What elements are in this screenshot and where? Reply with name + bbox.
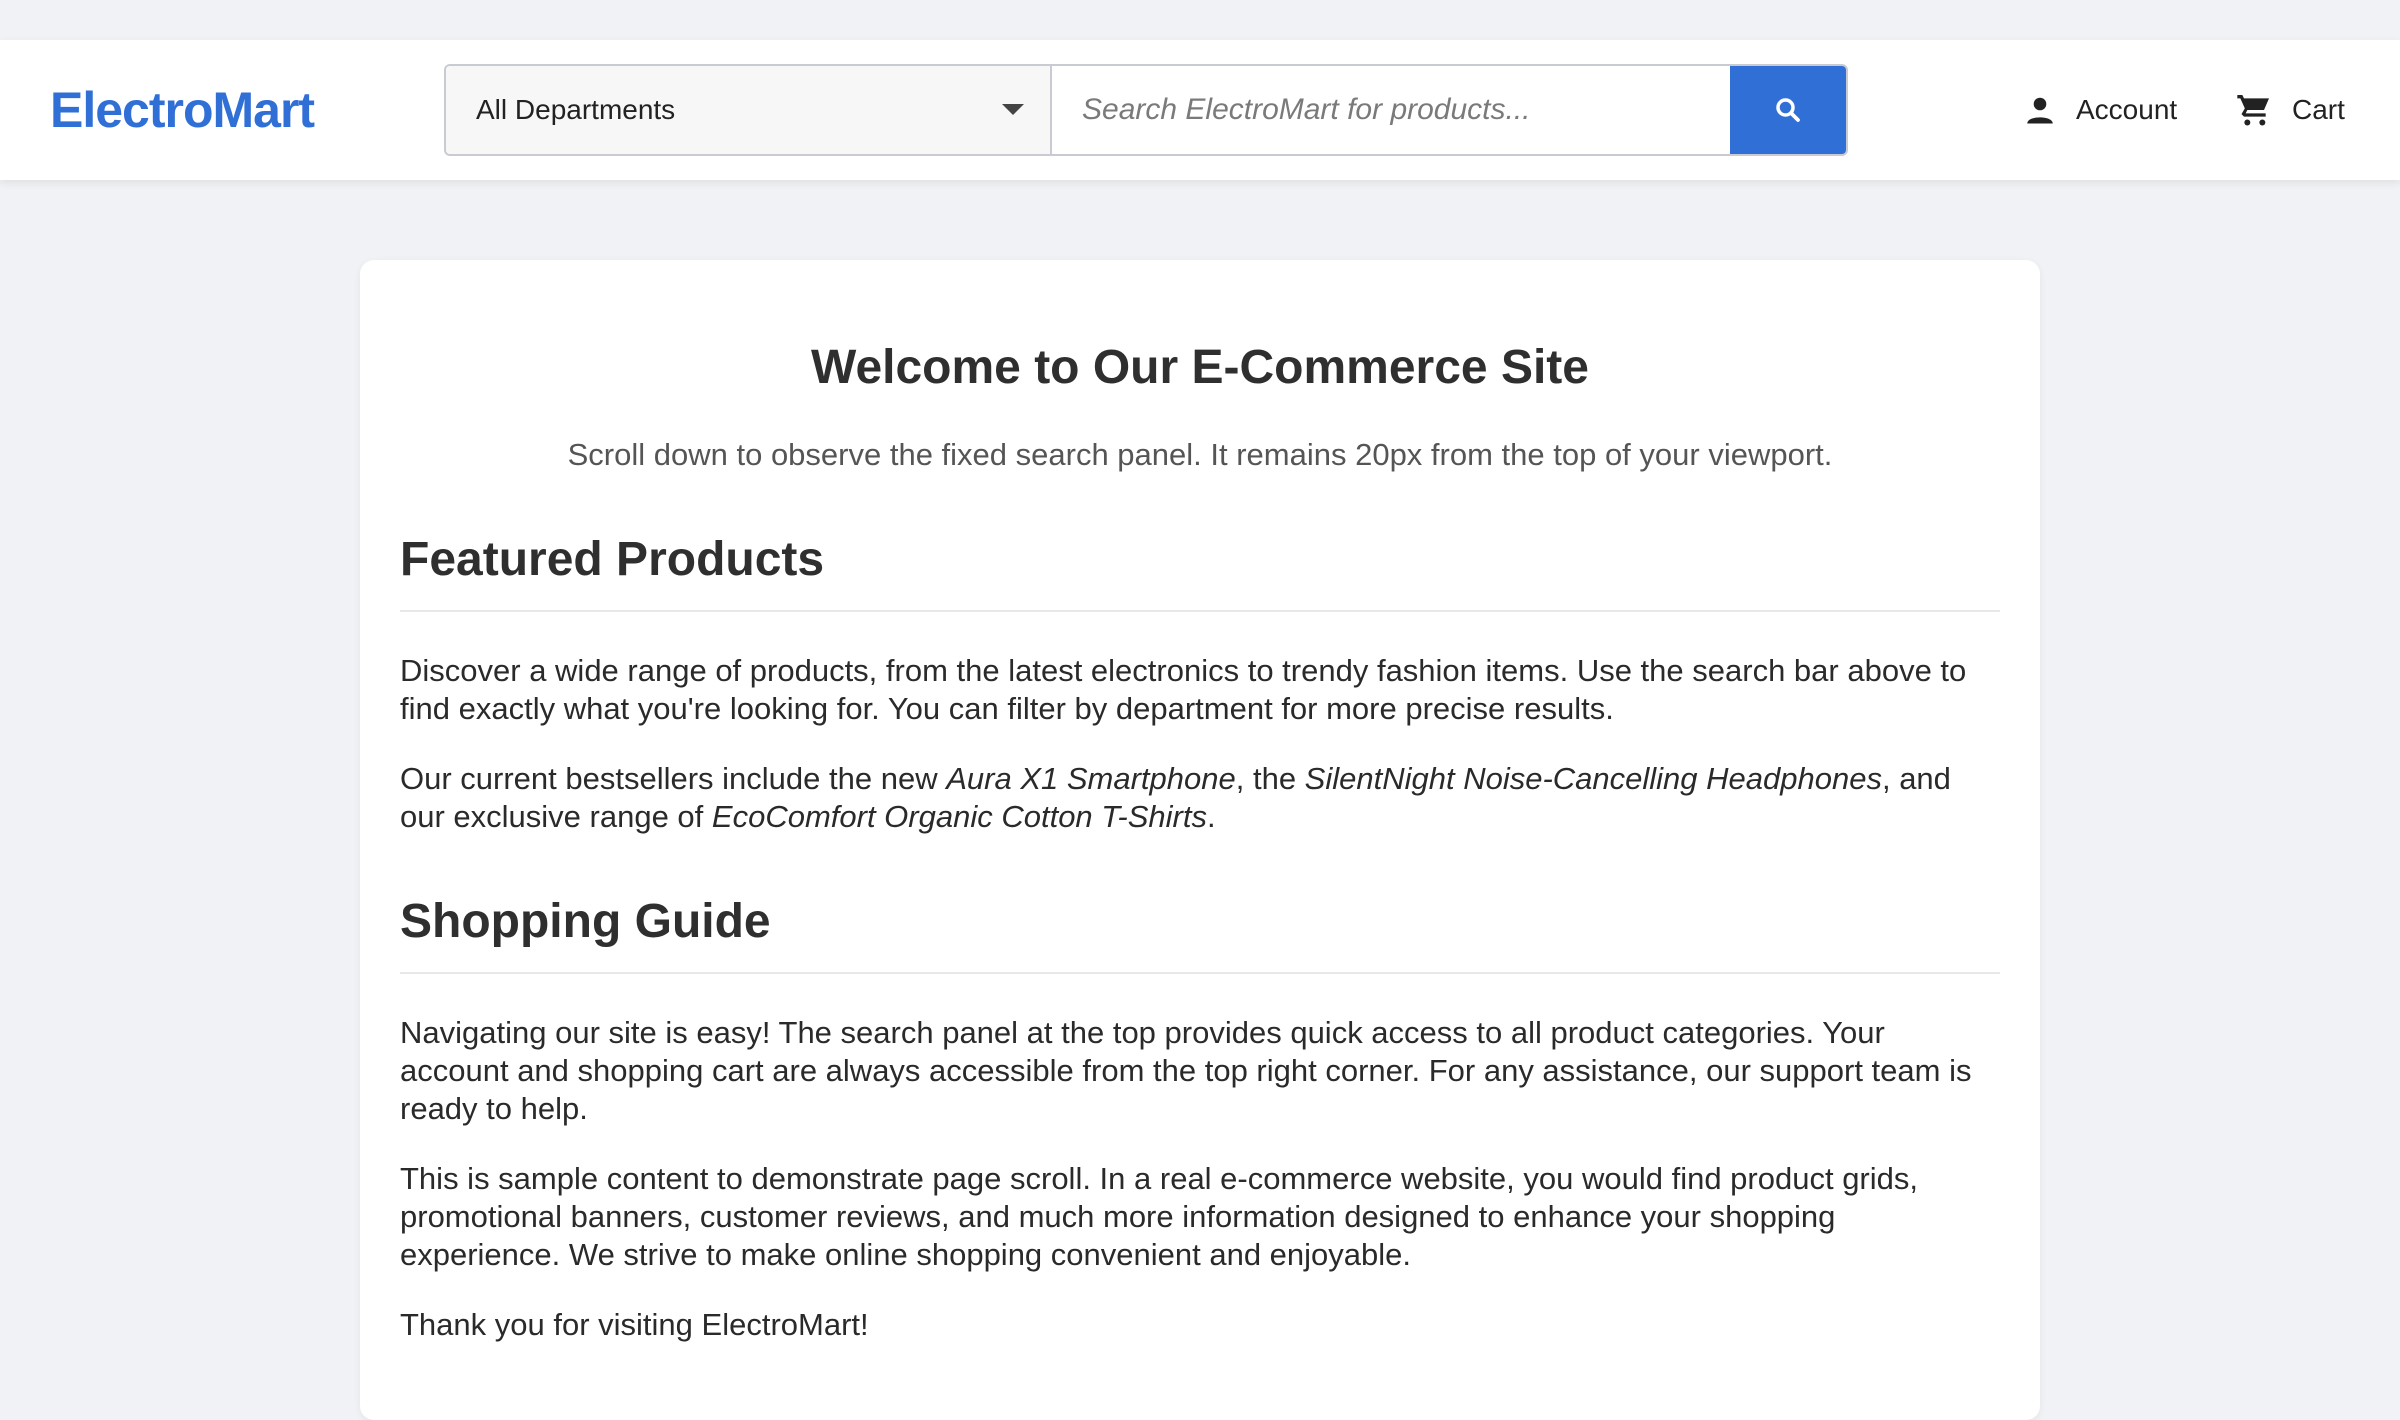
account-label: Account — [2076, 94, 2178, 125]
guide-paragraph-1: Navigating our site is easy! The search … — [400, 1015, 1972, 1126]
featured-products-heading: Featured Products — [400, 532, 2000, 612]
account-link[interactable]: Account — [2022, 86, 2177, 134]
guide-paragraph-2: This is sample content to demonstrate pa… — [400, 1161, 1919, 1272]
featured-paragraph-2: Our current bestsellers include the new … — [400, 760, 2000, 836]
search-panel: All Departments — [444, 64, 1848, 156]
chevron-down-icon — [1002, 104, 1024, 115]
text-span: Our current bestsellers include the new — [400, 761, 947, 796]
featured-paragraph-1: Discover a wide range of products, from … — [400, 653, 1967, 726]
product-name-ecocomfort: EcoComfort Organic Cotton T-Shirts — [711, 799, 1207, 834]
site-header: ElectroMart All Departments Account Cart — [0, 40, 2400, 180]
page-top-strip — [0, 0, 2400, 40]
department-select[interactable]: All Departments — [446, 66, 1052, 154]
text-span: . — [1206, 799, 1216, 834]
cart-link[interactable]: Cart — [2234, 86, 2345, 134]
shopping-cart-icon — [2237, 95, 2269, 126]
text-span: , the — [1235, 761, 1305, 796]
site-logo[interactable]: ElectroMart — [50, 82, 315, 138]
shopping-guide-heading: Shopping Guide — [400, 894, 2000, 974]
guide-paragraph-3: Thank you for visiting ElectroMart! — [400, 1307, 869, 1342]
main-content-card: Welcome to Our E-Commerce Site Scroll do… — [360, 260, 2040, 1420]
cart-label: Cart — [2292, 94, 2345, 125]
search-input[interactable] — [1052, 66, 1730, 154]
page-title: Welcome to Our E-Commerce Site — [811, 341, 1589, 394]
product-name-aura-x1: Aura X1 Smartphone — [946, 761, 1236, 796]
search-button[interactable] — [1730, 66, 1846, 154]
product-name-silentnight: SilentNight Noise-Cancelling Headphones — [1304, 761, 1882, 796]
search-icon — [1776, 98, 1800, 122]
department-selected-value: All Departments — [476, 94, 676, 125]
person-icon — [2027, 97, 2053, 124]
page-subtitle: Scroll down to observe the fixed search … — [567, 437, 1833, 472]
